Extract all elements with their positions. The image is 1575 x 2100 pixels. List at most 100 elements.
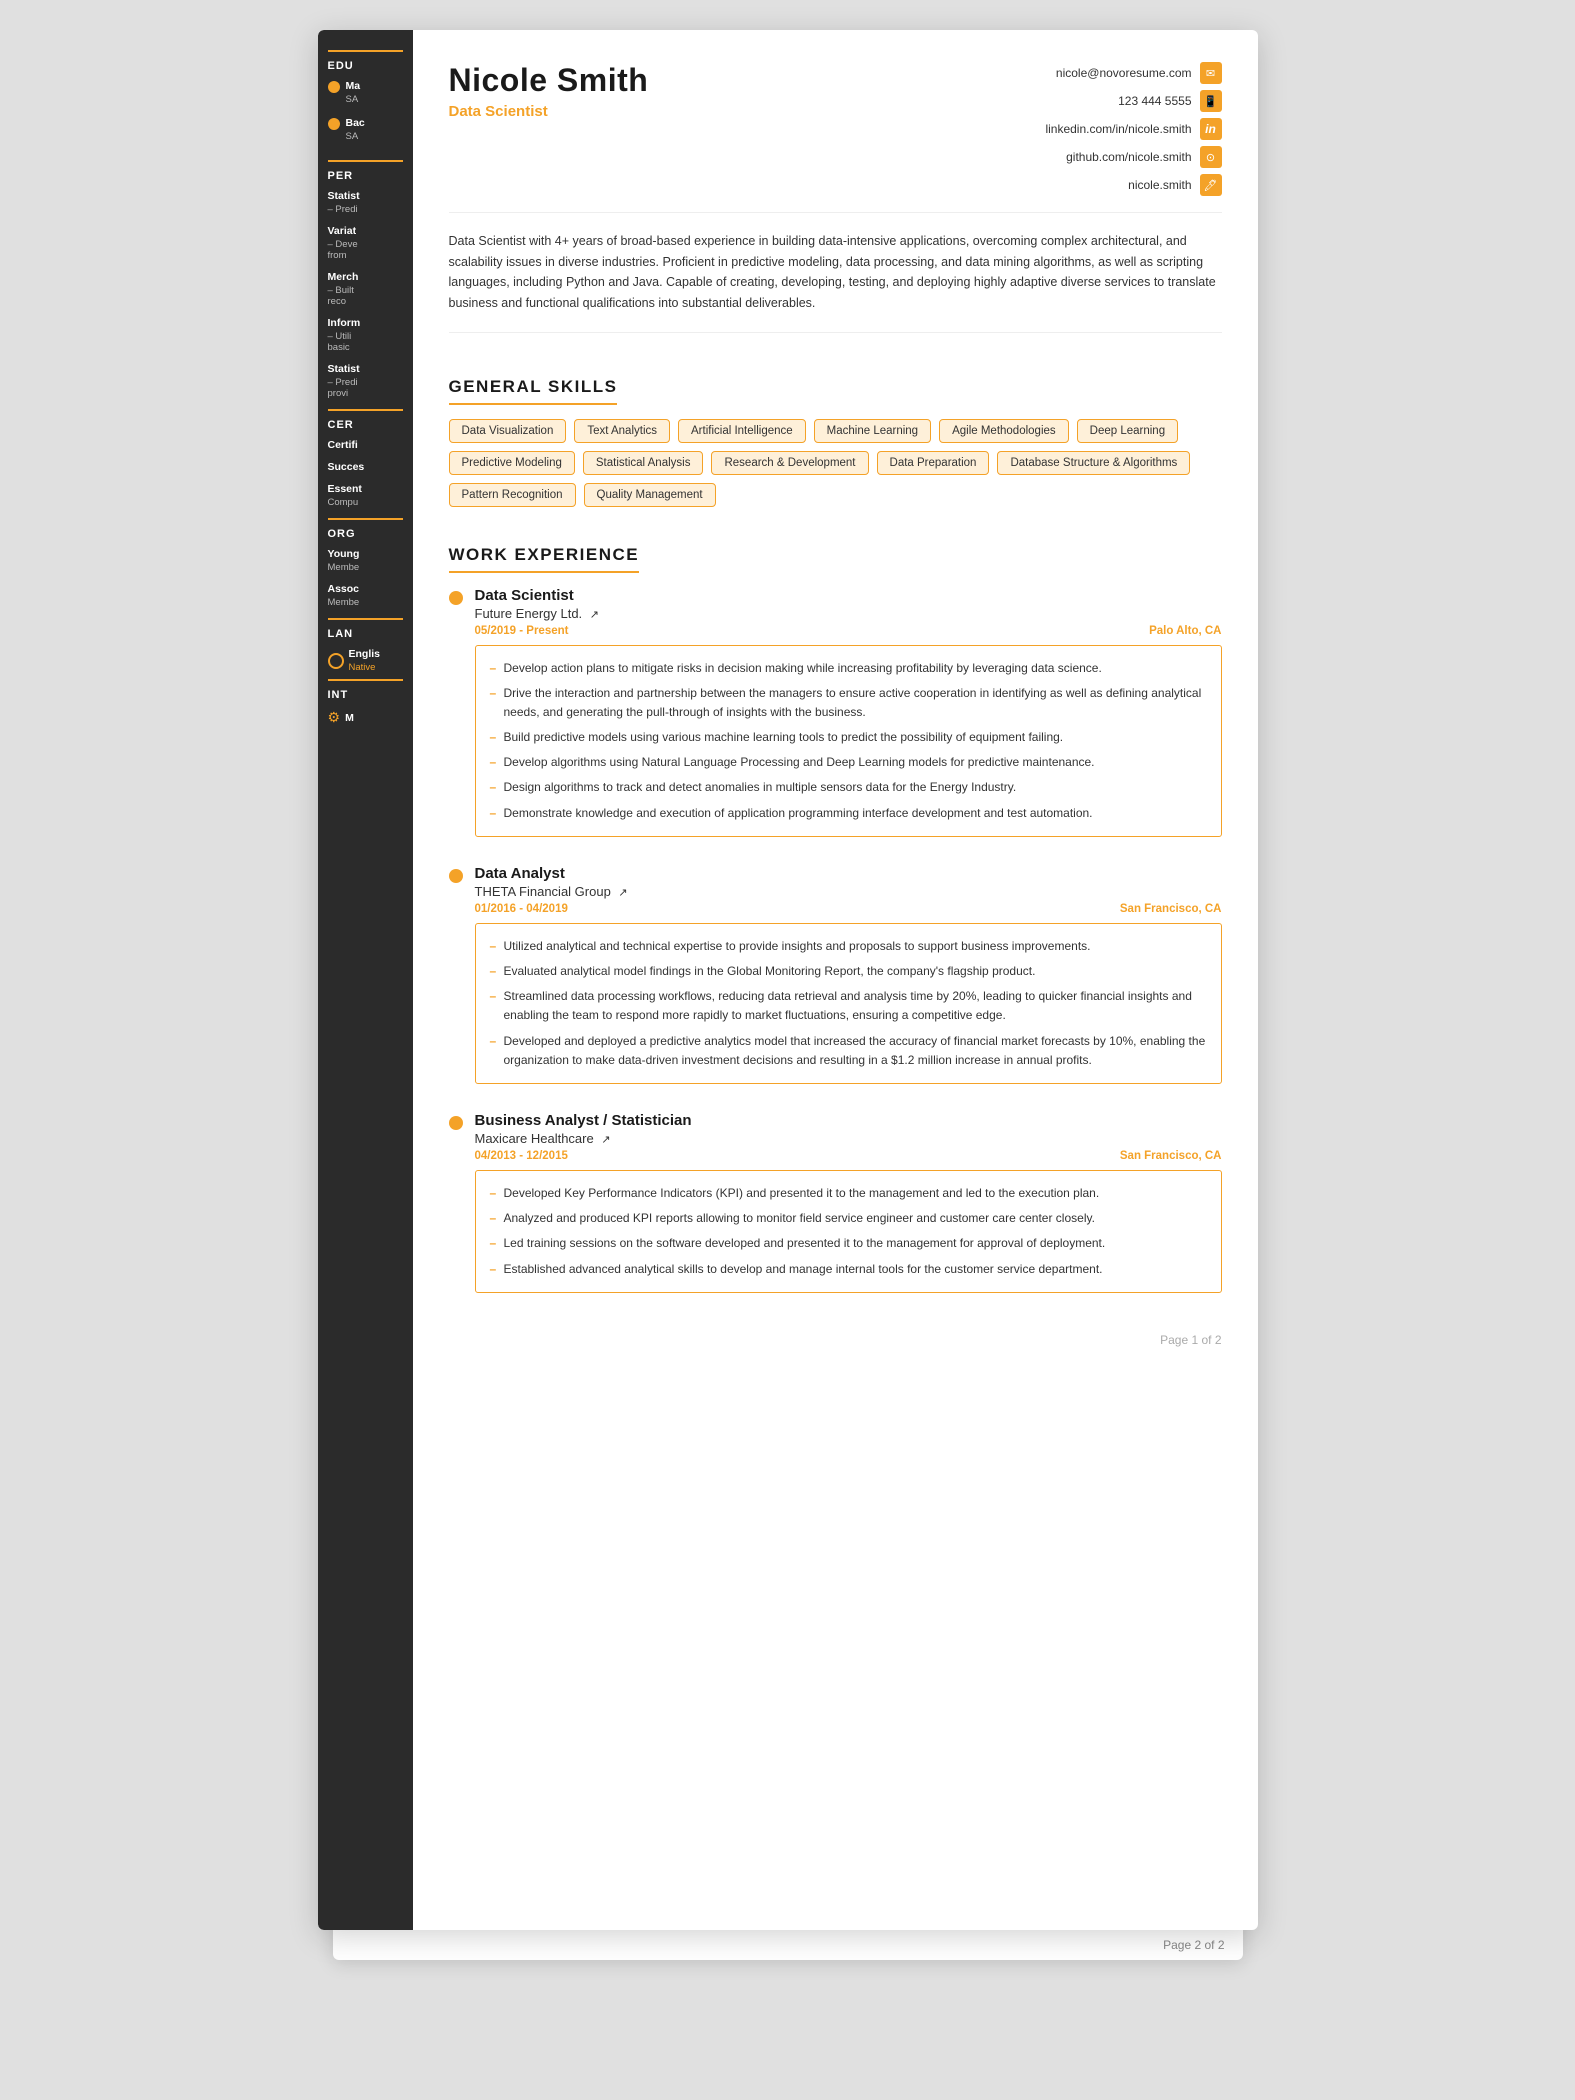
company-link-2[interactable]: ↗: [618, 887, 627, 899]
skill-data-preparation: Data Preparation: [877, 451, 990, 475]
summary-text: Data Scientist with 4+ years of broad-ba…: [449, 231, 1222, 333]
job-bullets-3: Developed Key Performance Indicators (KP…: [475, 1170, 1222, 1293]
bullet-1-2: Drive the interaction and partnership be…: [490, 681, 1207, 725]
sidebar-edu-item-2: Bac SA: [328, 117, 365, 142]
job-date-row-1: 05/2019 - Present Palo Alto, CA: [475, 625, 1222, 637]
sidebar-int-list: ⚙ M: [328, 709, 403, 726]
bullet-2-4: Developed and deployed a predictive anal…: [490, 1029, 1207, 1073]
skill-text-analytics: Text Analytics: [574, 419, 670, 443]
work-section-title: WORK EXPERIENCE: [449, 545, 640, 573]
job-date-1: 05/2019 - Present: [475, 625, 569, 637]
contact-linkedin[interactable]: linkedin.com/in/nicole.smith in: [1045, 118, 1221, 140]
skills-section-title: GENERAL SKILLS: [449, 377, 618, 405]
skill-statistical-analysis: Statistical Analysis: [583, 451, 704, 475]
job-date-3: 04/2013 - 12/2015: [475, 1150, 568, 1162]
sidebar-lan-item-1: Englis Native: [328, 648, 403, 673]
bullet-1-4: Develop algorithms using Natural Languag…: [490, 750, 1207, 775]
skill-quality-management: Quality Management: [584, 483, 716, 507]
sidebar-cer-list: Certifi Succes Essent Compu: [328, 439, 403, 508]
company-1: Future Energy Ltd. ↗: [475, 606, 1222, 621]
work-section: WORK EXPERIENCE Data Scientist Future En…: [449, 523, 1222, 1293]
sidebar-cer-title: CER: [328, 409, 403, 431]
job-location-3: San Francisco, CA: [1120, 1150, 1222, 1162]
sidebar-lan-list: Englis Native: [328, 648, 403, 673]
candidate-name: Nicole Smith: [449, 62, 649, 99]
email-text: nicole@novoresume.com: [1056, 66, 1192, 80]
page-number: Page 1 of 2: [449, 1323, 1222, 1347]
contact-email: nicole@novoresume.com ✉: [1056, 62, 1222, 84]
edu-dot-1: [328, 81, 340, 93]
skill-database-structure: Database Structure & Algorithms: [997, 451, 1190, 475]
job-title-1: Data Scientist: [475, 587, 1222, 604]
bullet-2-1: Utilized analytical and technical expert…: [490, 934, 1207, 959]
bullet-3-4: Established advanced analytical skills t…: [490, 1257, 1207, 1282]
job-date-row-3: 04/2013 - 12/2015 San Francisco, CA: [475, 1150, 1222, 1162]
work-dot-3: [449, 1116, 463, 1130]
sidebar-cer-item-1: Certifi: [328, 439, 403, 451]
job-title-3: Business Analyst / Statistician: [475, 1112, 1222, 1129]
work-item-1: Data Scientist Future Energy Ltd. ↗ 05/2…: [449, 587, 1222, 837]
job-date-2: 01/2016 - 04/2019: [475, 903, 568, 915]
sidebar-edu-title: EDU: [328, 50, 403, 72]
bullet-3-3: Led training sessions on the software de…: [490, 1231, 1207, 1256]
sidebar-int-title: INT: [328, 679, 403, 701]
job-location-1: Palo Alto, CA: [1149, 625, 1221, 637]
bullet-3-2: Analyzed and produced KPI reports allowi…: [490, 1206, 1207, 1231]
company-link-1[interactable]: ↗: [590, 609, 599, 621]
sidebar-per-item-5: Statist – Prediprovi: [328, 363, 403, 399]
portfolio-text: nicole.smith: [1128, 178, 1191, 192]
portfolio-icon: 🖊: [1200, 174, 1222, 196]
github-icon: ⊙: [1200, 146, 1222, 168]
sidebar-per-item-3: Merch – Builtreco: [328, 271, 403, 307]
bullet-3-1: Developed Key Performance Indicators (KP…: [490, 1181, 1207, 1206]
work-dot-1: [449, 591, 463, 605]
bullet-2-2: Evaluated analytical model findings in t…: [490, 959, 1207, 984]
company-link-3[interactable]: ↗: [601, 1134, 610, 1146]
linkedin-icon: in: [1200, 118, 1222, 140]
sidebar-per-title: PER: [328, 160, 403, 182]
skill-predictive-modeling: Predictive Modeling: [449, 451, 575, 475]
contact-phone: 123 444 5555 📱: [1118, 90, 1221, 112]
work-dot-2: [449, 869, 463, 883]
skill-machine-learning: Machine Learning: [814, 419, 931, 443]
skills-list: Data Visualization Text Analytics Artifi…: [449, 419, 1222, 507]
sidebar-per-item-1: Statist – Predi: [328, 190, 403, 215]
sidebar: EDU Ma SA Bac SA PER: [318, 30, 413, 1930]
edu-text-2: Bac SA: [346, 117, 365, 142]
edu-text-1: Ma SA: [346, 80, 361, 105]
linkedin-text: linkedin.com/in/nicole.smith: [1045, 122, 1191, 136]
phone-text: 123 444 5555: [1118, 94, 1191, 108]
header-name-block: Nicole Smith Data Scientist: [449, 62, 649, 120]
candidate-title: Data Scientist: [449, 103, 649, 120]
work-item-3: Business Analyst / Statistician Maxicare…: [449, 1112, 1222, 1293]
contact-github[interactable]: github.com/nicole.smith ⊙: [1066, 146, 1221, 168]
sidebar-cer-item-2: Succes: [328, 461, 403, 473]
email-icon: ✉: [1200, 62, 1222, 84]
sidebar-edu-item-1: Ma SA: [328, 80, 361, 105]
resume-page: EDU Ma SA Bac SA PER: [318, 30, 1258, 1930]
job-bullets-2: Utilized analytical and technical expert…: [475, 923, 1222, 1084]
skill-artificial-intelligence: Artificial Intelligence: [678, 419, 806, 443]
skill-agile-methodologies: Agile Methodologies: [939, 419, 1069, 443]
phone-icon: 📱: [1200, 90, 1222, 112]
page-bg-label: Page 2 of 2: [1163, 1938, 1224, 1952]
work-item-2: Data Analyst THETA Financial Group ↗ 01/…: [449, 865, 1222, 1084]
gear-icon: ⚙: [328, 709, 341, 726]
job-title-2: Data Analyst: [475, 865, 1222, 882]
contact-portfolio[interactable]: nicole.smith 🖊: [1128, 174, 1221, 196]
sidebar-per-item-4: Inform – Utilibasic: [328, 317, 403, 353]
job-bullets-1: Develop action plans to mitigate risks i…: [475, 645, 1222, 837]
sidebar-org-title: ORG: [328, 518, 403, 540]
job-date-row-2: 01/2016 - 04/2019 San Francisco, CA: [475, 903, 1222, 915]
bullet-1-3: Build predictive models using various ma…: [490, 725, 1207, 750]
edu-dot-2: [328, 118, 340, 130]
resume-header: Nicole Smith Data Scientist nicole@novor…: [449, 62, 1222, 213]
github-text: github.com/nicole.smith: [1066, 150, 1191, 164]
skill-research-development: Research & Development: [711, 451, 868, 475]
skills-section: GENERAL SKILLS Data Visualization Text A…: [449, 355, 1222, 507]
company-2: THETA Financial Group ↗: [475, 884, 1222, 899]
sidebar-int-item-1: ⚙ M: [328, 709, 403, 726]
sidebar-lan-title: LAN: [328, 618, 403, 640]
contact-block: nicole@novoresume.com ✉ 123 444 5555 📱 l…: [1045, 62, 1221, 196]
sidebar-edu-list: Ma SA Bac SA: [328, 80, 403, 154]
